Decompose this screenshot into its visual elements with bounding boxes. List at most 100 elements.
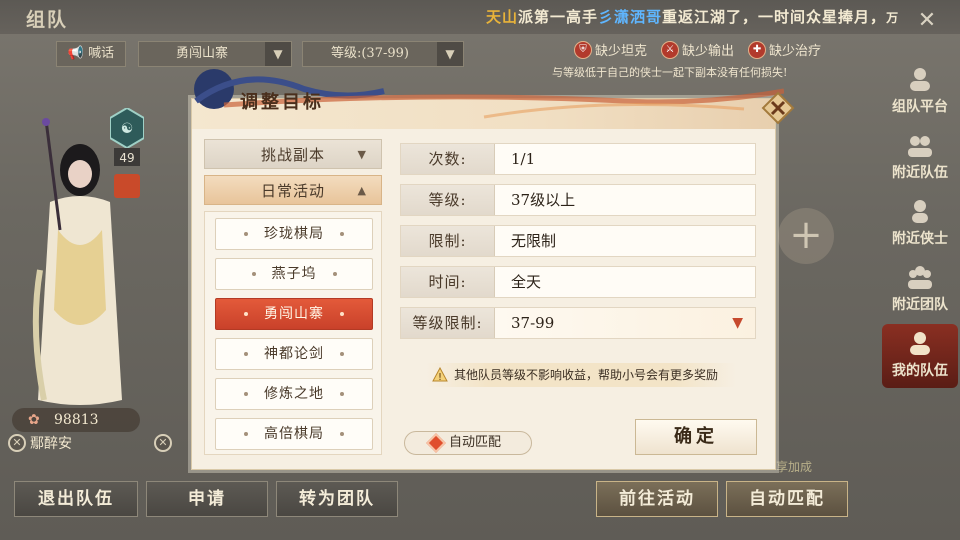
sidebar-item-nearby-team[interactable]: 附近队伍: [882, 126, 958, 190]
sidebar-label: 我的队伍: [892, 363, 948, 379]
hint-text: 其他队员等级不影响收益，帮助小号会有更多奖励: [454, 368, 719, 382]
activity-label: 修炼之地: [264, 386, 324, 402]
megaphone-icon: 📢: [67, 46, 85, 61]
level-number: 49: [119, 151, 134, 165]
activity-label: 珍珑棋局: [264, 226, 324, 242]
confirm-button[interactable]: 确定: [635, 419, 757, 455]
activity-item[interactable]: 神都论剑: [215, 338, 373, 370]
level-limit-value: 37-99: [511, 314, 555, 332]
sidebar-item-nearby-player[interactable]: 附近侠士: [882, 192, 958, 256]
sidebar-item-nearby-group[interactable]: 附近团队: [882, 258, 958, 322]
row-value: 1/1: [511, 150, 536, 168]
sidebar-label: 组队平台: [892, 99, 948, 115]
warning-icon: !: [432, 367, 448, 383]
auto-match-button[interactable]: 自动匹配: [726, 481, 848, 517]
row-value: 37级以上: [511, 191, 576, 209]
sidebar-item-my-team[interactable]: 我的队伍: [882, 324, 958, 388]
player-name: 鄢醉安: [30, 436, 72, 452]
chevron-down-icon: ▼: [732, 315, 743, 331]
missing-dps-label: 缺少输出: [682, 44, 735, 59]
bonus-text: 享加成: [776, 460, 813, 474]
missing-dps: ⚔ 缺少输出: [661, 40, 734, 59]
sword-icon: ⚔: [661, 40, 680, 59]
shield-icon: ⛨: [574, 40, 592, 59]
marquee-player: 彡潇洒哥: [598, 8, 663, 26]
apply-button[interactable]: 申请: [146, 481, 268, 517]
auto-match-label: 自动匹配: [449, 435, 502, 450]
category-label: 日常活动: [260, 182, 325, 200]
row-label: 等级:: [401, 185, 495, 215]
activity-item-selected[interactable]: 勇闯山寨: [215, 298, 373, 330]
chevron-down-icon: ▼: [437, 42, 463, 66]
score-value: 98813: [54, 412, 99, 428]
lotus-icon: ✿: [28, 412, 40, 428]
adjust-target-dialog: 调整目标 挑战副本 ▼ 日常活动 ▲ 珍珑棋局 燕子坞 勇闯山寨 神都论剑 修炼…: [191, 69, 795, 470]
shout-label: 喊话: [88, 46, 115, 61]
remove-icon[interactable]: ✕: [154, 434, 172, 452]
add-member-icon[interactable]: +: [778, 208, 834, 264]
row-value: 无限制: [511, 232, 557, 250]
auto-match-checkbox[interactable]: 自动匹配: [404, 431, 532, 455]
row-label: 次数:: [401, 144, 495, 174]
missing-healer-label: 缺少治疗: [769, 44, 822, 59]
top-bar: 组队 天山派第一高手彡潇洒哥重返江湖了，一时间众星捧月，万 ✕: [0, 0, 960, 34]
category-label: 挑战副本: [260, 146, 325, 164]
row-label: 时间:: [401, 267, 495, 297]
triangle-down-icon: ▼: [357, 148, 367, 161]
dungeon-value: 勇闯山寨: [175, 46, 228, 61]
level-value: 等级:(37-99): [330, 46, 409, 61]
activity-label: 神都论剑: [264, 346, 324, 362]
reward-hint: ! 其他队员等级不影响收益，帮助小号会有更多奖励: [426, 363, 736, 387]
row-label: 等级限制:: [401, 308, 495, 338]
missing-roles: ⛨ 缺少坦克 ⚔ 缺少输出 ✚ 缺少治疗: [574, 40, 821, 59]
dialog-title: 调整目标: [240, 92, 324, 113]
sidebar-item-team-platform[interactable]: 组队平台: [882, 60, 958, 124]
level-dropdown[interactable]: 等级:(37-99) ▼: [302, 41, 464, 67]
marquee-tail: 万: [886, 11, 900, 25]
level-badge: ☯ 49: [110, 108, 144, 166]
row-label: 限制:: [401, 226, 495, 256]
activity-item[interactable]: 燕子坞: [215, 258, 373, 290]
activity-item[interactable]: 修炼之地: [215, 378, 373, 410]
category-list: 挑战副本 ▼ 日常活动 ▲ 珍珑棋局 燕子坞 勇闯山寨 神都论剑 修炼之地 高倍…: [204, 139, 382, 455]
svg-text:!: !: [438, 372, 442, 383]
screen-title: 组队: [26, 9, 69, 31]
player-score: ✿ 98813: [12, 408, 140, 432]
row-time: 时间: 全天: [400, 266, 756, 298]
dungeon-dropdown[interactable]: 勇闯山寨 ▼: [138, 41, 292, 67]
close-icon[interactable]: [761, 91, 795, 125]
row-restriction: 限制: 无限制: [400, 225, 756, 257]
goto-activity-button[interactable]: 前往活动: [596, 481, 718, 517]
right-sidebar: 组队平台 附近队伍 附近侠士 附近团队 我的队伍: [878, 50, 960, 390]
nearby-player-icon: [912, 200, 928, 223]
row-count: 次数: 1/1: [400, 143, 756, 175]
heal-icon: ✚: [748, 40, 767, 59]
kick-icon[interactable]: ✕: [8, 434, 26, 452]
class-icon: [114, 174, 140, 198]
close-screen-icon[interactable]: ✕: [914, 8, 940, 34]
activity-label: 勇闯山寨: [264, 306, 324, 322]
missing-healer: ✚ 缺少治疗: [748, 40, 821, 59]
missing-tank-label: 缺少坦克: [595, 44, 648, 59]
sidebar-label: 附近团队: [892, 297, 948, 313]
category-challenge-dungeon[interactable]: 挑战副本 ▼: [204, 139, 382, 169]
row-level: 等级: 37级以上: [400, 184, 756, 216]
triangle-up-icon: ▲: [357, 184, 367, 197]
row-value-wrap: 37-99 ▼: [495, 308, 755, 338]
chevron-down-icon: ▼: [265, 42, 291, 66]
activity-item[interactable]: 高倍棋局: [215, 418, 373, 450]
activity-label: 燕子坞: [271, 266, 317, 282]
checked-diamond-icon: [426, 433, 446, 453]
shout-button[interactable]: 📢 喊话: [56, 41, 126, 67]
activity-item[interactable]: 珍珑棋局: [215, 218, 373, 250]
marquee-text-b: 重返江湖了，一时间众星捧月，: [662, 8, 887, 26]
marquee-text-a: 派第一高手: [518, 8, 599, 26]
sidebar-label: 附近队伍: [892, 165, 948, 181]
level-limit-select[interactable]: 等级限制: 37-99 ▼: [400, 307, 756, 339]
activity-list: 珍珑棋局 燕子坞 勇闯山寨 神都论剑 修炼之地 高倍棋局: [204, 211, 382, 455]
sidebar-label: 附近侠士: [892, 231, 948, 247]
nearby-group-icon: [908, 266, 932, 289]
category-daily-activity[interactable]: 日常活动 ▲: [204, 175, 382, 205]
leave-team-button[interactable]: 退出队伍: [14, 481, 138, 517]
convert-to-group-button[interactable]: 转为团队: [276, 481, 398, 517]
